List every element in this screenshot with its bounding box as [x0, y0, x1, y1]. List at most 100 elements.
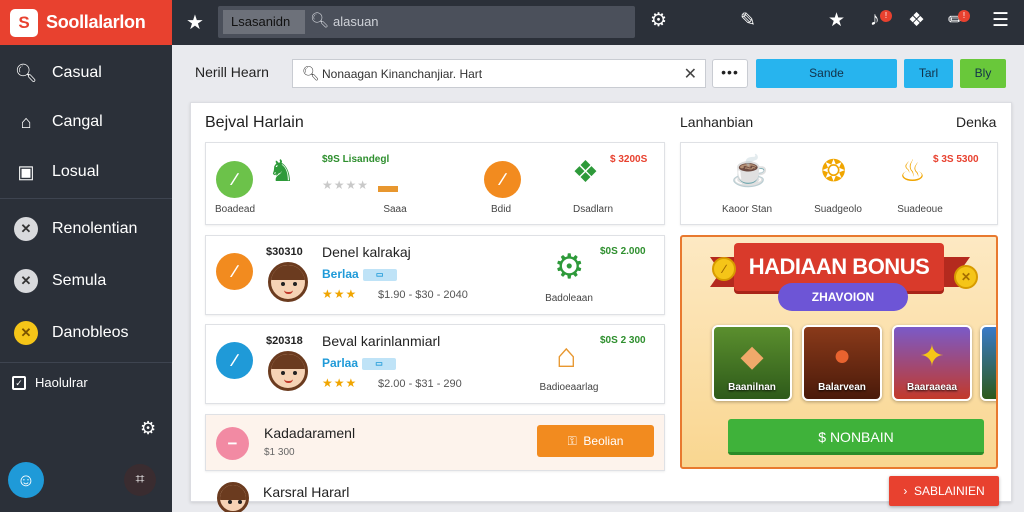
sidebar-item-renolentian[interactable]: ✕ Renolentian	[0, 207, 172, 251]
secondary-action-button[interactable]: Tarl	[904, 59, 953, 88]
game-controller-icon[interactable]: ⚙	[554, 250, 584, 284]
coin-icon: ✕	[954, 265, 978, 289]
hamburger-menu-icon[interactable]: ☰	[992, 9, 1009, 32]
item-price: $ 3S 5300	[933, 154, 979, 165]
puzzle-icon[interactable]: ❖	[908, 9, 925, 32]
top-navigation-bar: ★ Lsasanidn 🔍︎ alasuan ⚙ ✎ ★ ♪ ! ❖ ✏ ! ☰	[172, 0, 1024, 45]
main-search-input[interactable]: 🔍︎ Nonaagan Kinanchanjiar. Hart ✕	[292, 59, 706, 88]
star-icon[interactable]: ★	[186, 10, 204, 35]
key-icon: ⚿	[567, 434, 577, 448]
user-avatar[interactable]: ☺	[8, 462, 44, 498]
sidebar-footer-item[interactable]: ✓ Haolulrar	[12, 375, 88, 390]
lantern-icon[interactable]: ⌂	[556, 339, 577, 373]
category-icon: ∕	[216, 253, 253, 290]
category-price: $9S Lisandegl	[322, 154, 389, 165]
sidebar-divider	[0, 198, 172, 199]
category-caption: Boadead	[214, 204, 256, 215]
search-value: Nonaagan Kinanchanjiar. Hart	[322, 67, 483, 81]
row-tag: ▭	[362, 268, 397, 281]
dog-icon[interactable]: ▬	[378, 176, 398, 196]
sidebar-item-label: Danobleos	[52, 324, 129, 341]
floating-action-button[interactable]: › SABLAINIEN	[889, 476, 999, 506]
promo-card: − Kadadaramenl $1 300 ⚿ Beolian	[205, 414, 665, 471]
settings-gear-icon[interactable]: ⚙	[650, 9, 667, 32]
food-icon: ✦	[919, 340, 945, 373]
category-check-icon[interactable]: ∕	[216, 161, 253, 198]
sidebar-item-label: Renolentian	[52, 220, 138, 237]
row-subtitle: Berlaa ▭	[322, 267, 397, 281]
tool-icon[interactable]: ∕	[484, 161, 521, 198]
notification-bell-icon[interactable]: ♪	[870, 9, 880, 31]
sidebar-item-danobleos[interactable]: ✕ Danobleos	[0, 311, 172, 355]
chevron-right-icon: ›	[903, 484, 908, 498]
bonus-banner[interactable]: HADIAAN BONUS ∕ ✕ ZHAVOION ◆ Baanilnan ●…	[680, 235, 998, 469]
user-icon: ☺	[16, 469, 36, 490]
inbox-icon: ▣	[17, 161, 35, 182]
bonus-pill-button[interactable]: ZHAVOION	[778, 283, 908, 311]
favorites-star-icon[interactable]: ★	[828, 9, 845, 32]
coin-icon: ✕	[14, 321, 38, 345]
horse-icon[interactable]: ♞	[268, 157, 295, 187]
row-right-price-value: $0S 2 300	[600, 335, 646, 346]
see-all-link[interactable]: Denka	[956, 114, 996, 130]
row-subtitle: Parlaa ▭	[322, 356, 397, 370]
row-right-price-value: $0S 2.000	[600, 246, 646, 257]
food-label: Baaraaeaa	[906, 382, 958, 393]
more-options-button[interactable]: •••	[712, 59, 748, 88]
bonus-food-card[interactable]: ◆ Baanilnan	[712, 325, 792, 401]
sidebar-item-losual[interactable]: ▣ Losual	[0, 150, 172, 194]
bonus-food-card[interactable]: ✦ Baaraaeaa	[892, 325, 972, 401]
grid-menu-icon[interactable]: ⌗	[124, 464, 156, 496]
x-circle-icon: ✕	[14, 269, 38, 293]
food-icon[interactable]: ❂	[821, 157, 846, 187]
top-search-bar[interactable]: Lsasanidn 🔍︎ alasuan	[218, 6, 635, 38]
home-icon: ⌂	[20, 111, 32, 132]
game-row[interactable]: ∕ $20318 Beval karinlanmiarl Parlaa ▭ ★★★…	[205, 324, 665, 404]
category-caption: Saaa	[383, 204, 407, 215]
row-meta: $2.00 - $31 - 290	[378, 378, 462, 390]
sidebar-item-label: Losual	[52, 163, 100, 180]
sidebar-item-cangal[interactable]: ⌂ Cangal	[0, 100, 172, 144]
row-right-caption: Badioeaarlag	[539, 382, 599, 393]
game-row[interactable]: ∕ $30310 Denel kalrakaj Berlaa ▭ ★★★ $1.9…	[205, 235, 665, 315]
item-caption: Suadgeolo	[814, 204, 862, 215]
bonus-food-card[interactable]: ● Balarvean	[802, 325, 882, 401]
primary-action-button[interactable]: Sande	[756, 59, 897, 88]
row-subtitle-text: Berlaa	[322, 267, 359, 281]
section-title-right: Lanhanbian	[680, 114, 754, 130]
sidebar: S Soollalarlon 🔍︎ Casual ⌂ Cangal ▣ Losu…	[0, 0, 172, 512]
row-right-price: $0S 2 300	[600, 335, 646, 346]
sidebar-item-semula[interactable]: ✕ Semula	[0, 259, 172, 303]
sidebar-item-casual[interactable]: 🔍︎ Casual	[0, 51, 172, 95]
checkbox-icon: ✓	[12, 375, 26, 390]
rating-stars: ★★★★	[322, 178, 370, 192]
section-title-left: Bejval Harlain	[205, 114, 304, 131]
promo-icon: −	[216, 427, 249, 460]
search-scope-tab[interactable]: Lsasanidn	[223, 10, 305, 34]
promo-price: $1 300	[264, 447, 295, 458]
row-title: Karsral Hararl	[263, 484, 350, 500]
bonus-food-card[interactable]	[980, 325, 996, 401]
edit-pencil-icon[interactable]: ✎	[740, 9, 756, 32]
sidebar-divider	[0, 362, 172, 363]
clear-search-icon[interactable]: ✕	[684, 64, 697, 84]
promo-title: Kadadaramenl	[264, 425, 356, 441]
sidebar-footer-label: Haolulrar	[35, 375, 88, 390]
promo-button[interactable]: ⚿ Beolian	[537, 425, 654, 457]
bonus-cta-button[interactable]: $ NONBAIN	[728, 419, 984, 455]
notification-badge: !	[880, 10, 892, 22]
sidebar-item-label: Semula	[52, 272, 107, 289]
drink-cup-icon[interactable]: ☕	[731, 157, 768, 187]
featured-items-card: ☕ Kaoor Stan ❂ Suadgeolo ♨ $ 3S 5300 Sua…	[680, 142, 998, 225]
green-action-button[interactable]: Bly	[960, 59, 1006, 88]
row-price: $30310	[266, 246, 303, 258]
settings-gear-icon[interactable]: ⚙	[140, 418, 156, 439]
row-price: $20318	[266, 335, 303, 347]
category-price-value: $9S Lisandegl	[322, 154, 390, 165]
brand-header[interactable]: S Soollalarlon	[0, 0, 172, 45]
category-price: $ 3200S	[610, 154, 647, 165]
map-icon[interactable]: ❖	[572, 158, 599, 188]
floating-action-label: SABLAINIEN	[913, 484, 985, 498]
character-avatar	[268, 351, 308, 391]
cake-icon[interactable]: ♨	[899, 157, 926, 187]
